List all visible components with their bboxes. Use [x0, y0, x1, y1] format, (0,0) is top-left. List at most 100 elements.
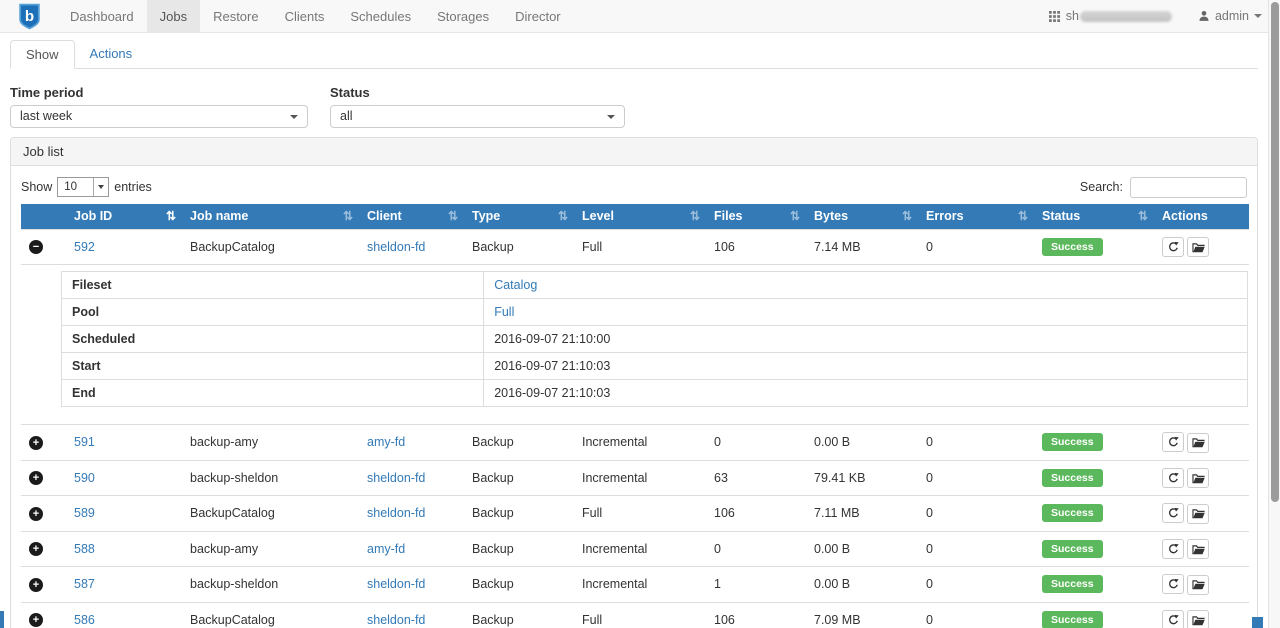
job-id-link[interactable]: 586 [74, 613, 95, 627]
hostname-redacted [1080, 11, 1172, 22]
nav-item-schedules[interactable]: Schedules [337, 0, 424, 33]
client-link[interactable]: sheldon-fd [367, 506, 425, 520]
rerun-job-button[interactable] [1162, 610, 1184, 628]
show-files-button[interactable] [1187, 504, 1209, 524]
job-files-cell: 63 [706, 460, 806, 496]
status-badge: Success [1042, 504, 1103, 522]
client-link[interactable]: amy-fd [367, 435, 405, 449]
sort-icon[interactable]: ⇅ [790, 209, 800, 223]
show-files-button[interactable] [1187, 468, 1209, 488]
time-period-select[interactable]: last week [10, 105, 308, 128]
nav-item-jobs[interactable]: Jobs [147, 0, 200, 33]
column-header-status[interactable]: Status⇅ [1034, 204, 1154, 229]
column-header-type[interactable]: Type⇅ [464, 204, 574, 229]
column-header-job-name[interactable]: Job name⇅ [182, 204, 359, 229]
bareos-logo[interactable]: b [18, 3, 41, 30]
column-header-errors[interactable]: Errors⇅ [918, 204, 1034, 229]
client-link[interactable]: sheldon-fd [367, 577, 425, 591]
job-id-link[interactable]: 591 [74, 435, 95, 449]
job-id-link[interactable]: 588 [74, 542, 95, 556]
client-link[interactable]: sheldon-fd [367, 613, 425, 627]
nav-item-dashboard[interactable]: Dashboard [57, 0, 147, 33]
expand-row-button[interactable]: + [29, 578, 43, 592]
director-host-menu[interactable]: sh [1049, 9, 1172, 23]
nav-item-restore[interactable]: Restore [200, 0, 272, 33]
show-files-button[interactable] [1187, 575, 1209, 595]
sort-icon[interactable]: ⇅ [558, 209, 568, 223]
user-menu[interactable]: admin [1198, 9, 1262, 23]
chevron-down-icon [1254, 14, 1262, 18]
entries-value: 10 [58, 181, 93, 193]
scrollbar-thumb[interactable] [1271, 2, 1279, 502]
expand-row-button[interactable]: + [29, 542, 43, 556]
sort-icon[interactable]: ⇅ [1138, 209, 1148, 223]
sort-icon[interactable]: ⇅ [343, 209, 353, 223]
rerun-job-button[interactable] [1162, 237, 1184, 257]
shield-logo-icon: b [18, 3, 41, 30]
rerun-job-button[interactable] [1162, 539, 1184, 559]
client-link[interactable]: sheldon-fd [367, 471, 425, 485]
detail-label: Scheduled [62, 326, 484, 353]
detail-value-link[interactable]: Catalog [494, 278, 537, 292]
vertical-scrollbar[interactable] [1268, 0, 1280, 628]
open-folder-icon [1192, 242, 1205, 253]
tab-show[interactable]: Show [10, 40, 75, 69]
column-header-job-id[interactable]: Job ID⇅ [66, 204, 182, 229]
column-header-client[interactable]: Client⇅ [359, 204, 464, 229]
job-row-590: +590backup-sheldonsheldon-fdBackupIncrem… [21, 460, 1249, 496]
show-files-button[interactable] [1187, 237, 1209, 257]
job-id-link[interactable]: 592 [74, 240, 95, 254]
client-link[interactable]: amy-fd [367, 542, 405, 556]
job-bytes-cell: 79.41 KB [806, 460, 918, 496]
expand-row-button[interactable]: + [29, 471, 43, 485]
job-level-cell: Incremental [574, 531, 706, 567]
rerun-icon [1168, 507, 1179, 519]
sort-icon[interactable]: ⇅ [1018, 209, 1028, 223]
client-link[interactable]: sheldon-fd [367, 240, 425, 254]
job-bytes-cell: 0.00 B [806, 531, 918, 567]
status-filter-label: Status [330, 85, 625, 100]
show-files-button[interactable] [1187, 539, 1209, 559]
detail-value: 2016-09-07 21:10:00 [494, 332, 610, 346]
show-files-button[interactable] [1187, 433, 1209, 453]
rerun-job-button[interactable] [1162, 432, 1184, 452]
detail-label: End [62, 380, 484, 407]
job-bytes-cell: 7.14 MB [806, 229, 918, 265]
show-files-button[interactable] [1187, 610, 1209, 628]
nav-item-clients[interactable]: Clients [272, 0, 338, 33]
tab-actions[interactable]: Actions [75, 40, 148, 69]
job-detail-row: FilesetCatalogPoolFullScheduled2016-09-0… [21, 265, 1249, 425]
nav-item-director[interactable]: Director [502, 0, 574, 33]
collapse-row-button[interactable]: − [29, 240, 43, 254]
sort-icon[interactable]: ⇅ [690, 209, 700, 223]
sort-icon[interactable]: ⇅ [902, 209, 912, 223]
job-id-link[interactable]: 587 [74, 577, 95, 591]
rerun-job-button[interactable] [1162, 503, 1184, 523]
detail-row-scheduled: Scheduled 2016-09-07 21:10:00 [62, 326, 1248, 353]
job-errors-cell: 0 [918, 425, 1034, 461]
rerun-job-button[interactable] [1162, 574, 1184, 594]
column-header-level[interactable]: Level⇅ [574, 204, 706, 229]
nav-item-storages[interactable]: Storages [424, 0, 502, 33]
expand-row-button[interactable]: + [29, 436, 43, 450]
status-select[interactable]: all [330, 105, 625, 128]
sort-icon[interactable]: ⇅ [166, 209, 176, 223]
expand-row-button[interactable]: + [29, 613, 43, 627]
job-name-cell: backup-sheldon [182, 567, 359, 603]
job-id-link[interactable]: 590 [74, 471, 95, 485]
job-errors-cell: 0 [918, 229, 1034, 265]
column-header-files[interactable]: Files⇅ [706, 204, 806, 229]
job-name-cell: BackupCatalog [182, 602, 359, 628]
detail-row-end: End2016-09-07 21:10:03 [62, 380, 1248, 407]
job-files-cell: 0 [706, 531, 806, 567]
status-badge: Success [1042, 540, 1103, 558]
detail-value-link[interactable]: Full [494, 305, 514, 319]
job-id-link[interactable]: 589 [74, 506, 95, 520]
entries-per-page-select[interactable]: 10 [57, 177, 109, 197]
rerun-job-button[interactable] [1162, 468, 1184, 488]
job-files-cell: 1 [706, 567, 806, 603]
search-input[interactable] [1130, 177, 1247, 198]
sort-icon[interactable]: ⇅ [448, 209, 458, 223]
column-header-bytes[interactable]: Bytes⇅ [806, 204, 918, 229]
expand-row-button[interactable]: + [29, 507, 43, 521]
